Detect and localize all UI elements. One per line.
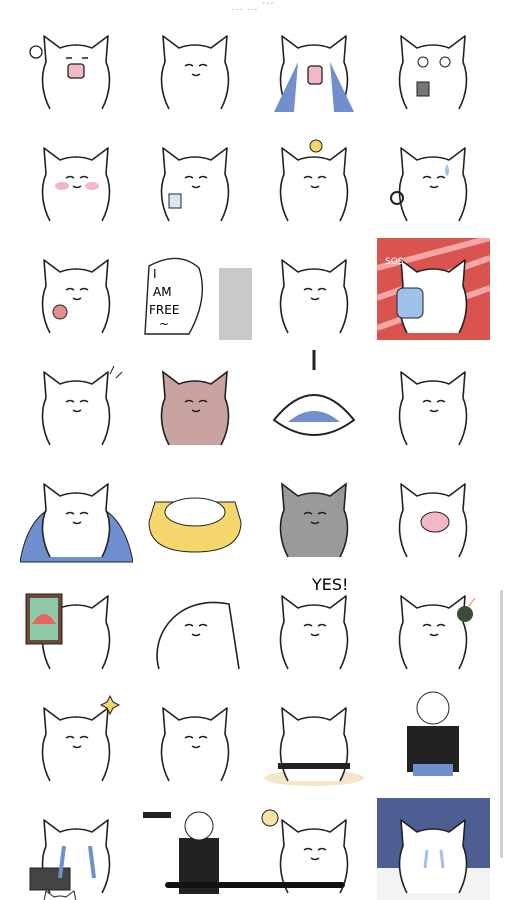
scrollbar[interactable] (500, 590, 503, 858)
sticker-cat-blushing[interactable] (20, 126, 133, 228)
page-indicator: ... ... ´´´ (231, 2, 276, 13)
sticker-cat-lollipop[interactable] (20, 238, 133, 340)
sticker-cat-wrapped-blue-blanket[interactable] (20, 462, 133, 564)
sticker-cat-drinking[interactable] (139, 126, 252, 228)
sticker-cat-in-yellow-bed[interactable] (139, 462, 252, 564)
sticker-cat-grumpy-table[interactable] (258, 686, 371, 788)
sticker-cat-wide-mouth[interactable] (377, 462, 490, 564)
sticker-cat-i-am-free[interactable]: I AM FREE ~ (139, 238, 252, 340)
sticker-cat-crying-laptop[interactable] (20, 798, 133, 900)
sticker-cat-sweating-hairdryer[interactable] (377, 126, 490, 228)
sticker-text-yes: YES! (311, 575, 348, 594)
home-indicator[interactable] (165, 882, 345, 888)
sticker-cat-watermelon-frame[interactable] (20, 574, 133, 676)
sticker-text-am: AM (153, 285, 172, 299)
sticker-cat-grey-shadow[interactable] (258, 462, 371, 564)
sticker-cat-sparkle-salute[interactable] (20, 686, 133, 788)
next-row-sticker-partial[interactable] (40, 888, 80, 900)
sticker-cat-embarrassed-pink[interactable] (139, 350, 252, 452)
sticker-cat-calm[interactable] (139, 14, 252, 116)
sticker-cat-crying-streams[interactable] (258, 14, 371, 116)
sticker-cat-bomb[interactable] (377, 574, 490, 676)
sticker-cat-dazed-phone[interactable] (377, 14, 490, 116)
sticker-cat-peeking[interactable] (139, 574, 252, 676)
sticker-cat-shouting[interactable] (20, 14, 133, 116)
sticker-grid: I AM FREE ~ SOS YES! (20, 14, 490, 900)
sticker-cat-stretching[interactable] (139, 686, 252, 788)
sticker-cat-glasses-sitting[interactable] (377, 686, 490, 788)
sticker-cat-thumbs-up[interactable] (20, 350, 133, 452)
sticker-cat-standing[interactable] (377, 350, 490, 452)
sticker-cat-chick-on-head[interactable] (258, 126, 371, 228)
sticker-cat-crying-night-desk[interactable] (377, 798, 490, 900)
sticker-text-sos: SOS (385, 257, 404, 267)
sticker-cat-sos-drink[interactable]: SOS (377, 238, 490, 340)
sticker-cat-punching-bag[interactable] (258, 350, 371, 452)
sticker-text-i: I (153, 267, 157, 281)
sticker-text-free: FREE (149, 303, 179, 317)
sticker-cat-yes[interactable]: YES! (258, 574, 371, 676)
sticker-cat-chubby[interactable] (258, 238, 371, 340)
sticker-text-tilde: ~ (159, 317, 169, 331)
